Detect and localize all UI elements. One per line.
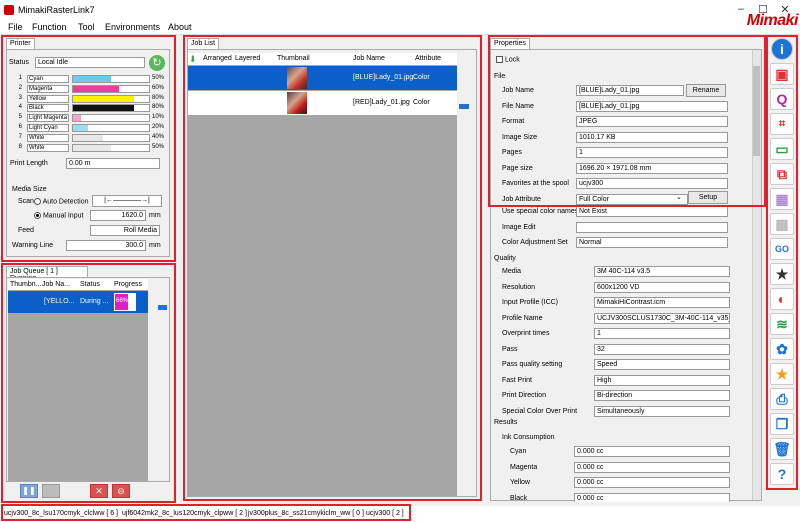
quality-prop-value[interactable]: MimakiHiContrast.icm: [594, 297, 730, 308]
quality-prop-value[interactable]: 32: [594, 343, 730, 355]
quality-prop-label: Profile Name: [502, 314, 543, 322]
quality-prop-value[interactable]: Simultaneously: [594, 405, 730, 417]
quality-prop-label: Special Color Over Print: [502, 407, 578, 415]
consumption-label: Yellow: [510, 479, 530, 486]
window-title: MimakiRasterLink7: [18, 5, 95, 15]
menu-environments[interactable]: Environments: [105, 22, 160, 32]
printer-highlight: [1, 35, 176, 262]
mid-prop-label: Color Adjustment Set: [502, 239, 568, 246]
mid-prop-value[interactable]: Normal: [576, 237, 728, 248]
mid-prop-label: Use special color names: [502, 208, 579, 215]
consumption-label: Black: [510, 494, 528, 502]
quality-prop-label: Pass: [502, 345, 518, 353]
menu-about[interactable]: About: [168, 22, 192, 32]
quality-prop-value[interactable]: UCJV300SCLUS1730C_3M-40C-114_v35_F: [594, 312, 730, 324]
job-list-highlight: [183, 35, 482, 501]
menu-tool[interactable]: Tool: [78, 22, 95, 32]
mid-prop-label: Image Edit: [502, 223, 536, 231]
menu-bar: File Function Tool Environments About: [0, 20, 800, 35]
toolbar-highlight: [766, 35, 798, 490]
quality-prop-value[interactable]: 3M 40C-114 v3.5: [594, 266, 730, 277]
quality-prop-value[interactable]: Speed: [594, 359, 730, 370]
mimaki-logo: Mimaki: [746, 12, 799, 29]
consumption-label: Magenta: [510, 463, 538, 471]
quality-section-title: Quality: [494, 255, 516, 262]
quality-prop-label: Print Direction: [502, 392, 546, 399]
consumption-value[interactable]: 0.000 cc: [574, 461, 730, 473]
consumption-label: Cyan: [510, 448, 527, 455]
consumption-value[interactable]: 0.000 cc: [574, 446, 730, 457]
consumption-value[interactable]: 0.000 cc: [574, 477, 730, 488]
app-icon: [4, 5, 14, 15]
quality-prop-value[interactable]: Bi-direction: [594, 390, 730, 401]
quality-prop-label: Fast Print: [502, 376, 532, 384]
quality-prop-label: Resolution: [502, 283, 536, 291]
quality-prop-value[interactable]: 1: [594, 328, 730, 339]
ink-consumption-label: Ink Consumption: [502, 434, 555, 441]
quality-prop-label: Media: [502, 268, 522, 275]
quality-prop-label: Overprint times: [502, 330, 550, 337]
title-bar: MimakiRasterLink7 – ☐ ✕: [0, 0, 800, 20]
quality-prop-label: Pass quality setting: [502, 361, 563, 368]
quality-prop-value[interactable]: 600x1200 VD: [594, 281, 730, 293]
mid-prop-value[interactable]: Not Exist: [576, 206, 728, 217]
quality-prop-label: Input Profile (ICC): [502, 299, 559, 306]
consumption-value[interactable]: 0.000 cc: [574, 492, 730, 502]
job-queue-highlight: [1, 263, 176, 503]
results-section-title: Results: [494, 419, 518, 426]
menu-function[interactable]: Function: [32, 22, 67, 32]
properties-file-highlight: [488, 35, 766, 207]
menu-file[interactable]: File: [8, 22, 23, 32]
quality-prop-value[interactable]: High: [594, 374, 730, 386]
mid-prop-value[interactable]: [576, 221, 728, 233]
statusbar-highlight: [1, 504, 411, 521]
